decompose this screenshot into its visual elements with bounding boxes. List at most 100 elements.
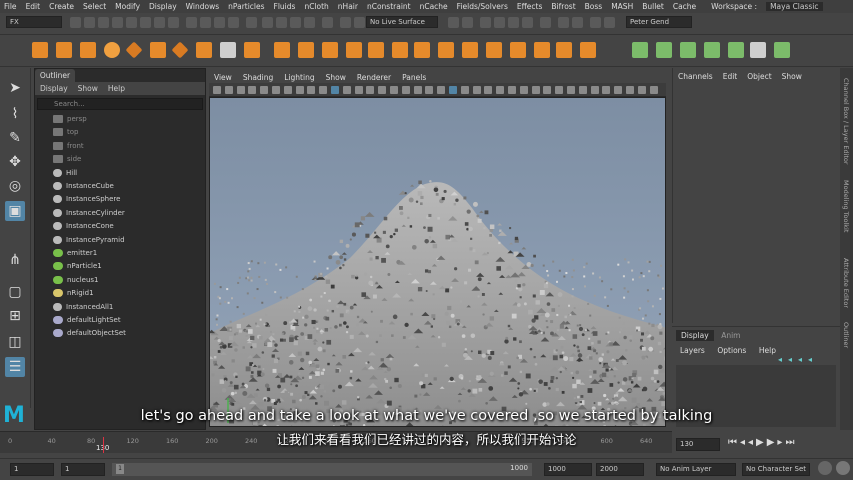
- viewport-toolbar-icon[interactable]: [354, 86, 363, 94]
- menu-edit[interactable]: Edit: [22, 2, 46, 11]
- shelf-tool-icon[interactable]: [104, 42, 120, 58]
- viewport-toolbar-icon[interactable]: [390, 86, 398, 94]
- viewport-toolbar-icon[interactable]: [472, 86, 481, 94]
- menu-fields-solvers[interactable]: Fields/Solvers: [453, 2, 513, 11]
- two-view-layout-icon[interactable]: ◫: [5, 332, 25, 352]
- outliner-item[interactable]: InstanceCylinder: [53, 207, 125, 219]
- menu-bullet[interactable]: Bullet: [638, 2, 669, 11]
- viewport-toolbar-icon[interactable]: [248, 86, 257, 94]
- sidetab-modeling-toolkit[interactable]: Modeling Toolkit: [842, 180, 850, 232]
- paint-select-tool-icon[interactable]: ✎: [5, 128, 25, 148]
- viewport-toolbar-icon[interactable]: [342, 86, 351, 94]
- sidetab-channelbox[interactable]: Channel Box / Layer Editor: [842, 78, 850, 165]
- menu-modify[interactable]: Modify: [111, 2, 145, 11]
- single-perspective-layout-icon[interactable]: ▢: [5, 282, 25, 302]
- menu-mash[interactable]: MASH: [607, 2, 638, 11]
- range-slider-track[interactable]: 1 1000: [112, 463, 532, 476]
- viewport-toolbar-icon[interactable]: [425, 86, 434, 94]
- statusline-tool-icon[interactable]: [448, 17, 459, 28]
- sidetab-attribute-editor[interactable]: Attribute Editor: [842, 258, 850, 308]
- channelbox-menu-edit[interactable]: Edit: [718, 72, 743, 81]
- statusline-tool-icon[interactable]: [522, 17, 533, 28]
- statusline-tool-icon[interactable]: [228, 17, 239, 28]
- statusline-tool-icon[interactable]: [558, 17, 569, 28]
- layer-menu-layers[interactable]: Layers: [675, 346, 710, 355]
- auto-key-icon[interactable]: [818, 461, 832, 475]
- viewport-toolbar-icon[interactable]: [331, 86, 339, 94]
- outliner-item[interactable]: InstanceCube: [53, 180, 114, 192]
- viewport-toolbar-icon[interactable]: [649, 86, 658, 94]
- show-manipulator-icon[interactable]: ⋔: [5, 250, 25, 270]
- playback-end-field[interactable]: 2000: [596, 463, 644, 476]
- shelf-tool-icon[interactable]: [346, 42, 362, 58]
- viewport-toolbar-icon[interactable]: [578, 86, 587, 94]
- outliner-item[interactable]: InstancePyramid: [53, 234, 125, 246]
- outliner-item[interactable]: persp: [53, 113, 87, 125]
- statusline-tool-icon[interactable]: [540, 17, 551, 28]
- shelf-tool-icon[interactable]: [322, 42, 338, 58]
- statusline-tool-icon[interactable]: [354, 17, 365, 28]
- viewport-menu-lighting[interactable]: Lighting: [279, 73, 320, 82]
- shelf-tool-icon[interactable]: [580, 42, 596, 58]
- statusline-tool-icon[interactable]: [168, 17, 179, 28]
- rotate-tool-icon[interactable]: ◎: [5, 176, 25, 196]
- statusline-tool-icon[interactable]: [494, 17, 505, 28]
- channelbox-menu-object[interactable]: Object: [742, 72, 776, 81]
- viewport-toolbar-icon[interactable]: [484, 86, 493, 94]
- statusline-tool-icon[interactable]: [140, 17, 151, 28]
- shelf-tool-icon[interactable]: [125, 41, 143, 59]
- live-surface-field[interactable]: No Live Surface: [366, 16, 438, 28]
- shelf-tool-icon[interactable]: [196, 42, 212, 58]
- shelf-tool-icon[interactable]: [368, 42, 384, 58]
- layer-buttons-icon[interactable]: ◂◂◂◂: [778, 355, 818, 364]
- statusline-tool-icon[interactable]: [154, 17, 165, 28]
- anim-layer-dropdown[interactable]: No Anim Layer: [656, 463, 736, 476]
- statusline-tool-icon[interactable]: [340, 17, 351, 28]
- viewport-toolbar-icon[interactable]: [213, 86, 221, 94]
- menu-select[interactable]: Select: [79, 2, 111, 11]
- menu-nconstraint[interactable]: nConstraint: [363, 2, 416, 11]
- statusline-tool-icon[interactable]: [508, 17, 519, 28]
- statusline-tool-icon[interactable]: [246, 17, 257, 28]
- outliner-item[interactable]: top: [53, 126, 78, 138]
- anim-end-field[interactable]: 1000: [544, 463, 592, 476]
- viewport-toolbar-icon[interactable]: [460, 86, 469, 94]
- viewport-toolbar-icon[interactable]: [307, 86, 316, 94]
- statusline-tool-icon[interactable]: [186, 17, 197, 28]
- shelf-tool-icon[interactable]: [298, 42, 314, 58]
- viewport-toolbar-icon[interactable]: [319, 86, 328, 94]
- lasso-tool-icon[interactable]: ⌇: [5, 104, 25, 124]
- shelf-tool-icon[interactable]: [171, 41, 189, 59]
- viewport-menu-shading[interactable]: Shading: [238, 73, 279, 82]
- layer-tab-display[interactable]: Display: [676, 330, 714, 341]
- viewport-toolbar-icon[interactable]: [260, 86, 269, 94]
- range-start-handle[interactable]: 1: [116, 464, 124, 474]
- shelf-tool-icon[interactable]: [150, 42, 166, 58]
- outliner-menu-help[interactable]: Help: [103, 84, 130, 93]
- character-set-dropdown[interactable]: No Character Set: [742, 463, 810, 476]
- viewport-menu-view[interactable]: View: [209, 73, 238, 82]
- preferences-icon[interactable]: [836, 461, 850, 475]
- shelf-tool-icon[interactable]: [462, 42, 478, 58]
- outliner-menu-display[interactable]: Display: [35, 84, 73, 93]
- shelf-tool-icon[interactable]: [774, 42, 790, 58]
- shelf-tool-icon[interactable]: [392, 42, 408, 58]
- menu-bifrost[interactable]: Bifrost: [547, 2, 580, 11]
- outliner-item[interactable]: emitter1: [53, 247, 97, 259]
- shelf-tool-icon[interactable]: [534, 42, 550, 58]
- outliner-menu-show[interactable]: Show: [73, 84, 103, 93]
- select-tool-icon[interactable]: ➤: [5, 78, 25, 98]
- shelf-tool-icon[interactable]: [556, 42, 572, 58]
- shelf-tool-icon[interactable]: [486, 42, 502, 58]
- shelf-tool-icon[interactable]: [414, 42, 430, 58]
- menu-boss[interactable]: Boss: [581, 2, 608, 11]
- statusline-tool-icon[interactable]: [590, 17, 601, 28]
- outliner-item[interactable]: InstanceCone: [53, 220, 114, 232]
- menu-file[interactable]: File: [0, 2, 22, 11]
- statusline-tool-icon[interactable]: [322, 17, 333, 28]
- layer-menu-help[interactable]: Help: [754, 346, 781, 355]
- statusline-tool-icon[interactable]: [480, 17, 491, 28]
- viewport-toolbar-icon[interactable]: [555, 86, 564, 94]
- viewport-toolbar-icon[interactable]: [531, 86, 540, 94]
- shelf-tool-icon[interactable]: [80, 42, 96, 58]
